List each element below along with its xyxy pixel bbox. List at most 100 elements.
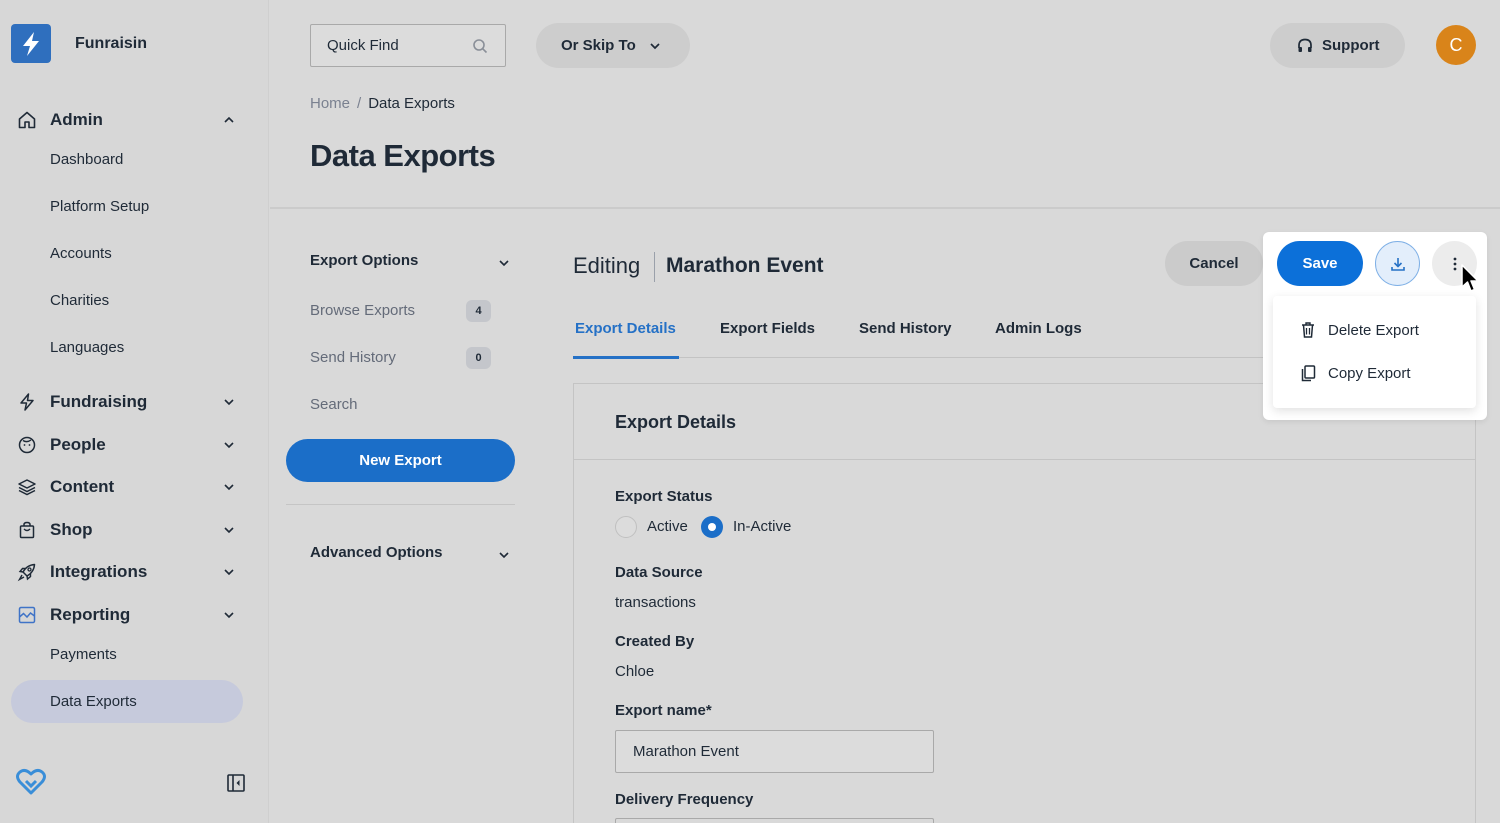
menu-item-label: Delete Export	[1328, 321, 1419, 339]
skip-to-dropdown[interactable]: Or Skip To	[536, 23, 690, 68]
funraisin-logo-icon	[11, 24, 51, 63]
tab-admin-logs[interactable]: Admin Logs	[995, 320, 1082, 337]
more-vertical-icon	[1453, 257, 1456, 270]
sidebar-section-content[interactable]: Content	[16, 473, 248, 501]
search-icon	[473, 39, 488, 54]
collapse-sidebar-icon[interactable]	[226, 773, 246, 798]
quick-find-input[interactable]: Quick Find	[310, 24, 506, 67]
chevron-down-icon	[224, 442, 234, 449]
sidebar-section-fundraising[interactable]: Fundraising	[16, 388, 248, 416]
export-name-field[interactable]	[615, 730, 934, 773]
sidebar-section-reporting[interactable]: Reporting	[16, 601, 248, 629]
chevron-down-icon	[224, 527, 234, 534]
tab-export-details[interactable]: Export Details	[575, 320, 676, 337]
panel-divider	[574, 459, 1475, 460]
status-active-radio[interactable]	[615, 516, 637, 538]
sidebar-section-label: Admin	[50, 110, 103, 129]
breadcrumb-home[interactable]: Home	[310, 95, 350, 112]
layers-icon	[16, 476, 38, 498]
active-tab-indicator	[573, 356, 679, 359]
created-by-label: Created By	[615, 633, 695, 650]
status-inactive-radio[interactable]	[701, 516, 723, 538]
export-status-label: Export Status	[615, 488, 713, 505]
sidebar-section-label: Fundraising	[50, 392, 148, 411]
chevron-down-icon	[224, 399, 234, 406]
home-icon	[16, 109, 38, 131]
support-label: Support	[1322, 37, 1380, 54]
delivery-frequency-label: Delivery Frequency	[615, 791, 754, 808]
send-history-link[interactable]: Send History	[310, 349, 396, 366]
headset-icon	[1298, 38, 1312, 52]
face-icon	[16, 434, 38, 456]
sidebar-section-admin[interactable]: Admin	[16, 106, 248, 134]
status-inactive-label[interactable]: In-Active	[733, 518, 791, 535]
status-active-label[interactable]: Active	[647, 518, 688, 535]
tab-export-fields[interactable]: Export Fields	[720, 320, 815, 337]
cancel-button[interactable]: Cancel	[1165, 241, 1263, 286]
sidebar-item-payments[interactable]: Payments	[50, 646, 117, 663]
shopping-bag-icon	[16, 519, 38, 541]
sidebar-section-integrations[interactable]: Integrations	[16, 558, 248, 586]
export-options-heading[interactable]: Export Options	[310, 252, 418, 269]
download-button[interactable]	[1375, 241, 1420, 286]
sidebar-item-languages[interactable]: Languages	[50, 339, 124, 356]
sidebar-section-people[interactable]: People	[16, 431, 248, 459]
editing-divider	[654, 252, 655, 282]
save-button[interactable]: Save	[1277, 241, 1363, 286]
sidebar-section-shop[interactable]: Shop	[16, 516, 248, 544]
sidebar-item-dashboard[interactable]: Dashboard	[50, 151, 123, 168]
send-history-count-badge: 0	[466, 347, 491, 369]
download-icon	[1390, 257, 1405, 271]
editing-export-name: Marathon Event	[666, 254, 824, 277]
bolt-icon	[16, 391, 38, 413]
search-link[interactable]: Search	[310, 396, 358, 413]
new-export-button[interactable]: New Export	[286, 439, 515, 482]
sidebar-item-platform-setup[interactable]: Platform Setup	[50, 198, 149, 215]
breadcrumb-separator: /	[357, 95, 362, 112]
sidebar-section-label: Shop	[50, 520, 93, 539]
sidebar-section-label: People	[50, 435, 106, 454]
sidebar-section-label: Integrations	[50, 562, 148, 581]
copy-icon	[1301, 365, 1316, 382]
copy-export-menu-item[interactable]: Copy Export	[1300, 364, 1411, 382]
delete-export-menu-item[interactable]: Delete Export	[1300, 321, 1419, 339]
data-source-label: Data Source	[615, 564, 703, 581]
delivery-frequency-field[interactable]	[615, 818, 934, 823]
chevron-up-icon	[224, 116, 234, 123]
chevron-down-icon	[224, 569, 234, 576]
tab-send-history[interactable]: Send History	[859, 320, 952, 337]
browse-exports-link[interactable]: Browse Exports	[310, 302, 415, 319]
quick-find-placeholder: Quick Find	[327, 37, 399, 54]
chevron-down-icon	[224, 612, 234, 619]
breadcrumb-current: Data Exports	[368, 95, 455, 112]
sidebar-item-data-exports[interactable]: Data Exports	[50, 693, 137, 710]
avatar[interactable]: C	[1436, 25, 1476, 65]
chart-icon	[16, 604, 38, 626]
rocket-icon	[16, 561, 38, 583]
brand[interactable]: Funraisin	[11, 24, 147, 63]
trash-icon	[1302, 322, 1314, 338]
editing-label: Editing	[573, 253, 641, 278]
mouse-cursor-icon	[1461, 264, 1479, 292]
header-divider	[270, 207, 1500, 209]
sidebar-item-accounts[interactable]: Accounts	[50, 245, 112, 262]
heart-icon[interactable]	[16, 768, 46, 801]
advanced-options-heading[interactable]: Advanced Options	[310, 544, 443, 561]
skip-to-label: Or Skip To	[561, 37, 636, 54]
menu-item-label: Copy Export	[1328, 364, 1411, 382]
chevron-down-icon	[224, 484, 234, 491]
support-button[interactable]: Support	[1270, 23, 1405, 68]
page-title: Data Exports	[310, 138, 496, 173]
sidebar-section-label: Content	[50, 477, 115, 496]
breadcrumb: Home / Data Exports	[310, 95, 455, 112]
sidebar-section-label: Reporting	[50, 605, 131, 624]
more-options-menu	[1273, 296, 1476, 408]
export-name-label: Export name*	[615, 702, 712, 719]
chevron-down-icon[interactable]	[497, 256, 511, 270]
chevron-down-icon	[650, 42, 660, 49]
sidebar: Funraisin Admin Dashboard Platform Setup…	[0, 0, 269, 823]
sidebar-item-charities[interactable]: Charities	[50, 292, 109, 309]
chevron-down-icon[interactable]	[497, 548, 511, 562]
brand-name: Funraisin	[75, 34, 148, 52]
created-by-value: Chloe	[615, 663, 655, 680]
